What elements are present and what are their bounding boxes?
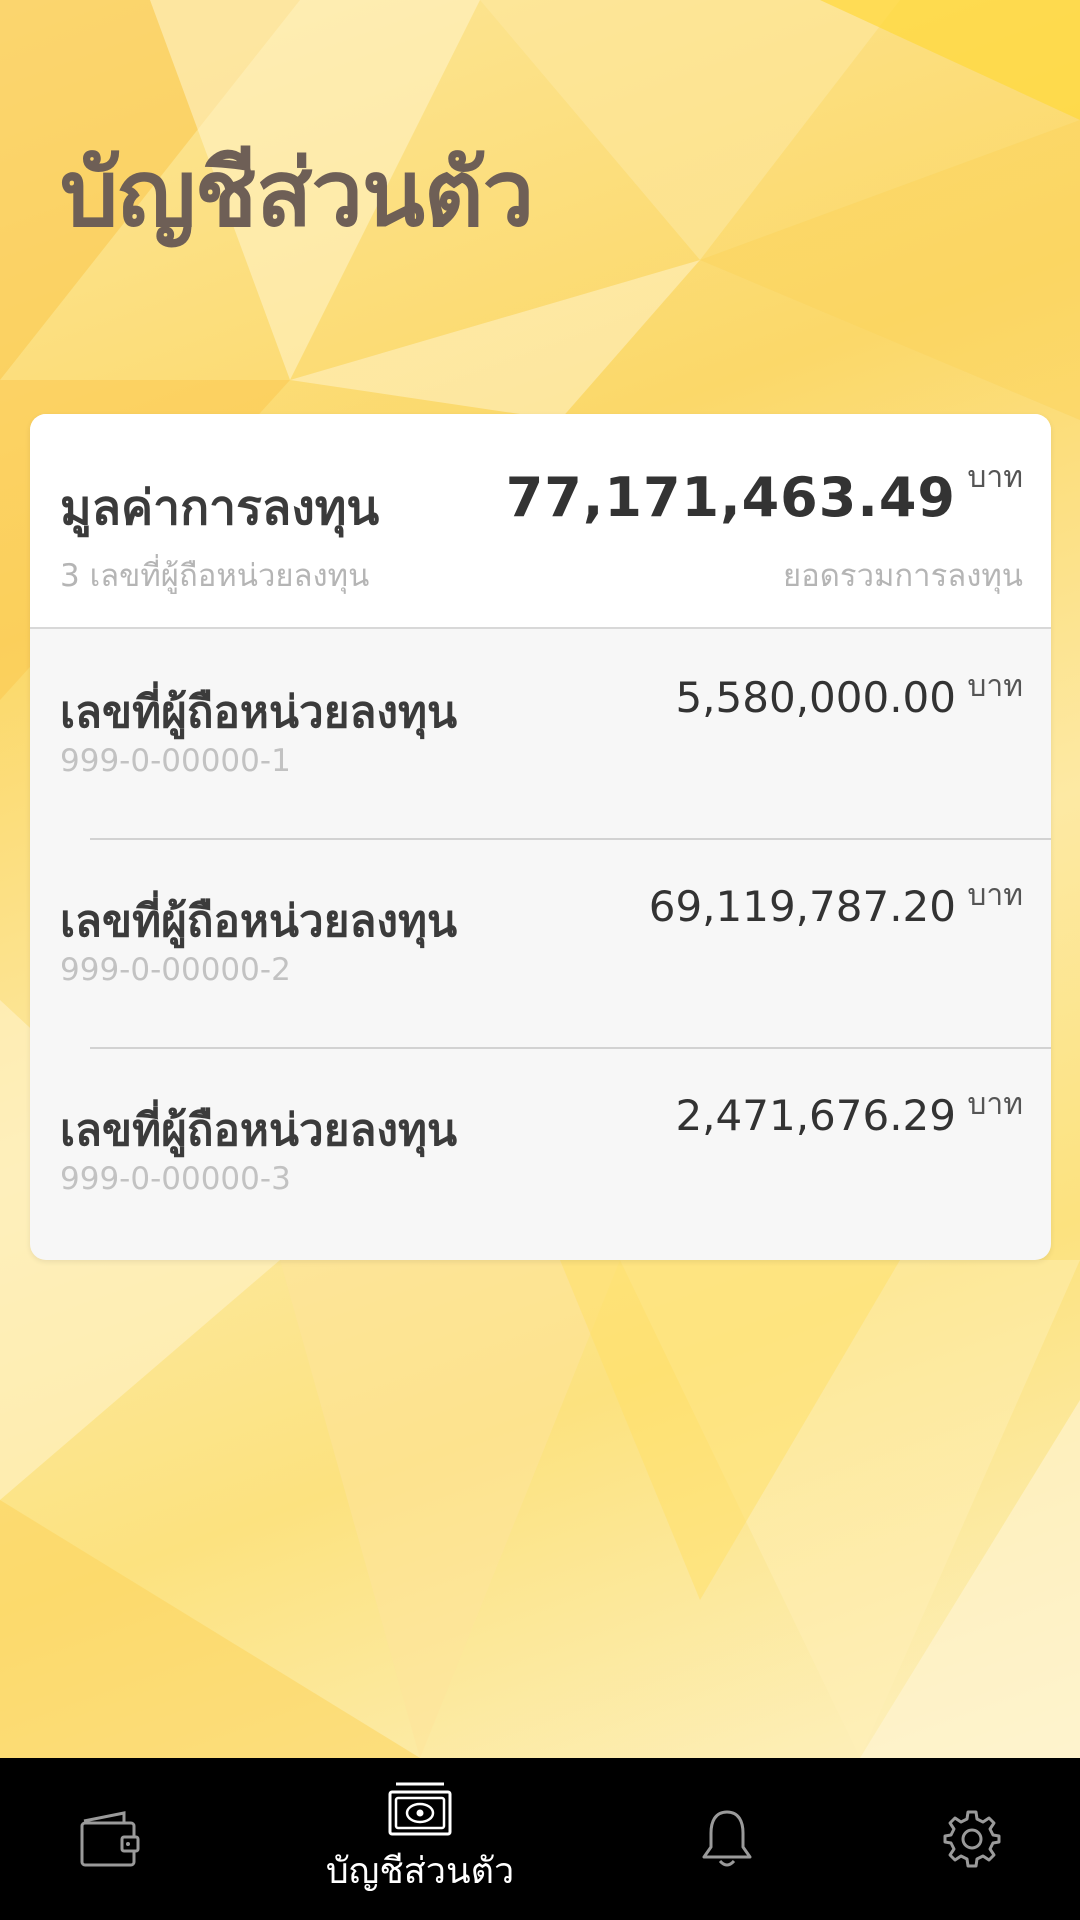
tab-personal-account[interactable]: บัญชีส่วนตัว: [300, 1758, 540, 1920]
account-label: เลขที่ผู้ถือหน่วยลงทุน: [60, 1105, 458, 1156]
account-label: เลขที่ผู้ถือหน่วยลงทุน: [60, 687, 458, 738]
account-amount: 2,471,676.29: [675, 1091, 956, 1140]
account-amount: 69,119,787.20: [648, 882, 956, 931]
account-row[interactable]: เลขที่ผู้ถือหน่วยลงทุน 999-0-00000-1 5,5…: [30, 629, 1051, 838]
account-amount: 5,580,000.00: [675, 673, 956, 722]
tab-wallet[interactable]: [60, 1758, 160, 1920]
tab-settings[interactable]: [922, 1758, 1022, 1920]
account-label: เลขที่ผู้ถือหน่วยลงทุน: [60, 896, 458, 947]
account-number: 999-0-00000-2: [60, 952, 291, 988]
bottom-tab-bar: บัญชีส่วนตัว: [0, 1758, 1080, 1920]
account-row[interactable]: เลขที่ผู้ถือหน่วยลงทุน 999-0-00000-3 2,4…: [30, 1047, 1051, 1256]
investment-summary: มูลค่าการลงทุน 3 เลขที่ผู้ถือหน่วยลงทุน …: [30, 414, 1051, 629]
account-row[interactable]: เลขที่ผู้ถือหน่วยลงทุน 999-0-00000-2 69,…: [30, 838, 1051, 1047]
page-title: บัญชีส่วนตัว: [60, 140, 534, 247]
currency-unit: บาท: [967, 460, 1023, 495]
account-number: 999-0-00000-3: [60, 1161, 291, 1197]
currency-unit: บาท: [967, 1087, 1023, 1122]
investment-card: มูลค่าการลงทุน 3 เลขที่ผู้ถือหน่วยลงทุน …: [30, 414, 1051, 1260]
wallet-icon: [80, 1811, 140, 1867]
currency-unit: บาท: [967, 669, 1023, 704]
tab-label: บัญชีส่วนตัว: [325, 1850, 515, 1892]
money-icon: [388, 1782, 452, 1835]
account-number: 999-0-00000-1: [60, 743, 291, 779]
currency-unit: บาท: [967, 878, 1023, 913]
summary-title: มูลค่าการลงทุน: [60, 480, 380, 536]
summary-subtitle: 3 เลขที่ผู้ถือหน่วยลงทุน: [60, 558, 370, 594]
gear-icon: [943, 1810, 1001, 1868]
tab-notifications[interactable]: [677, 1758, 777, 1920]
bell-icon: [702, 1810, 752, 1867]
total-amount: 77,171,463.49: [505, 466, 956, 529]
total-caption: ยอดรวมการลงทุน: [783, 558, 1023, 594]
